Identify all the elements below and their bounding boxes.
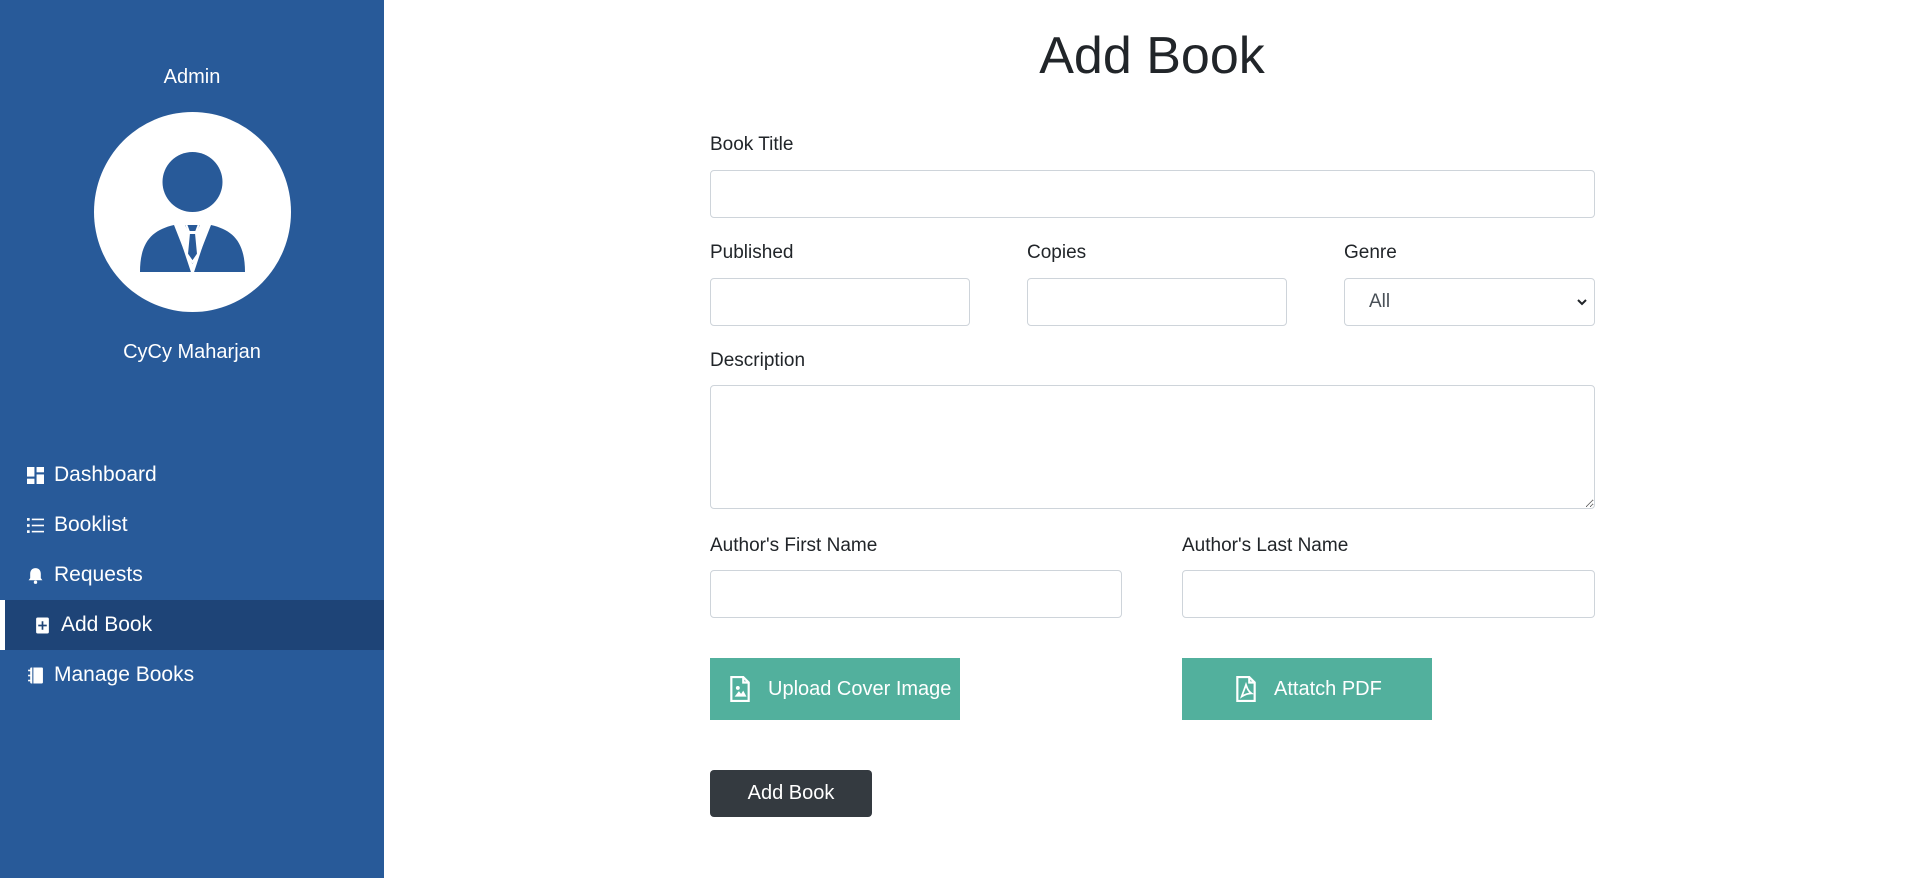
- published-input[interactable]: [710, 278, 970, 326]
- genre-select[interactable]: All: [1344, 278, 1595, 326]
- sidebar-item-label: Booklist: [54, 513, 128, 536]
- sidebar-item-requests[interactable]: Requests: [0, 550, 384, 600]
- attach-pdf-button[interactable]: Attatch PDF: [1182, 658, 1432, 720]
- bell-icon: [26, 566, 44, 584]
- description-label: Description: [710, 350, 806, 371]
- user-avatar-icon: [140, 152, 245, 277]
- sidebar-item-label: Dashboard: [54, 463, 157, 486]
- sidebar-item-label: Manage Books: [54, 663, 195, 686]
- user-role: Admin: [163, 66, 221, 88]
- page-title: Add Book: [1039, 27, 1265, 85]
- attach-pdf-label: Attatch PDF: [1274, 677, 1382, 700]
- sidebar-item-add-book[interactable]: Add Book: [0, 600, 384, 650]
- sidebar-item-label: Add Book: [61, 613, 153, 636]
- user-name: CyCy Maharjan: [123, 341, 261, 363]
- sidebar-nav: Dashboard Booklist Requests Add Book Man…: [0, 450, 384, 700]
- file-image-icon: [730, 676, 750, 702]
- add-book-icon: [33, 616, 51, 634]
- add-book-submit-button[interactable]: Add Book: [710, 770, 872, 817]
- avatar: [94, 112, 291, 312]
- dashboard-icon: [26, 466, 44, 484]
- list-icon: [26, 516, 44, 534]
- genre-selected-value: All: [1369, 291, 1391, 312]
- copies-input[interactable]: [1027, 278, 1287, 326]
- upload-cover-image-button[interactable]: Upload Cover Image: [710, 658, 960, 720]
- published-label: Published: [710, 242, 794, 263]
- sidebar-item-manage-books[interactable]: Manage Books: [0, 650, 384, 700]
- book-title-label: Book Title: [710, 134, 794, 155]
- sidebar-item-dashboard[interactable]: Dashboard: [0, 450, 384, 500]
- main-content: Add Book Book Title Published Copies Gen…: [384, 0, 1920, 878]
- author-first-name-label: Author's First Name: [710, 535, 878, 556]
- description-textarea[interactable]: [710, 385, 1595, 509]
- file-pdf-icon: [1236, 676, 1256, 702]
- sidebar-item-label: Requests: [54, 563, 143, 586]
- book-title-input[interactable]: [710, 170, 1595, 218]
- author-first-name-input[interactable]: [710, 570, 1122, 618]
- author-last-name-input[interactable]: [1182, 570, 1595, 618]
- upload-cover-image-label: Upload Cover Image: [768, 677, 952, 700]
- sidebar-item-booklist[interactable]: Booklist: [0, 500, 384, 550]
- copies-label: Copies: [1027, 242, 1087, 263]
- sidebar: Admin CyCy Maharjan Dashboard Booklist R…: [0, 0, 384, 878]
- chevron-down-icon: [1577, 299, 1587, 306]
- books-icon: [26, 666, 44, 684]
- author-last-name-label: Author's Last Name: [1182, 535, 1349, 556]
- genre-label: Genre: [1344, 242, 1397, 263]
